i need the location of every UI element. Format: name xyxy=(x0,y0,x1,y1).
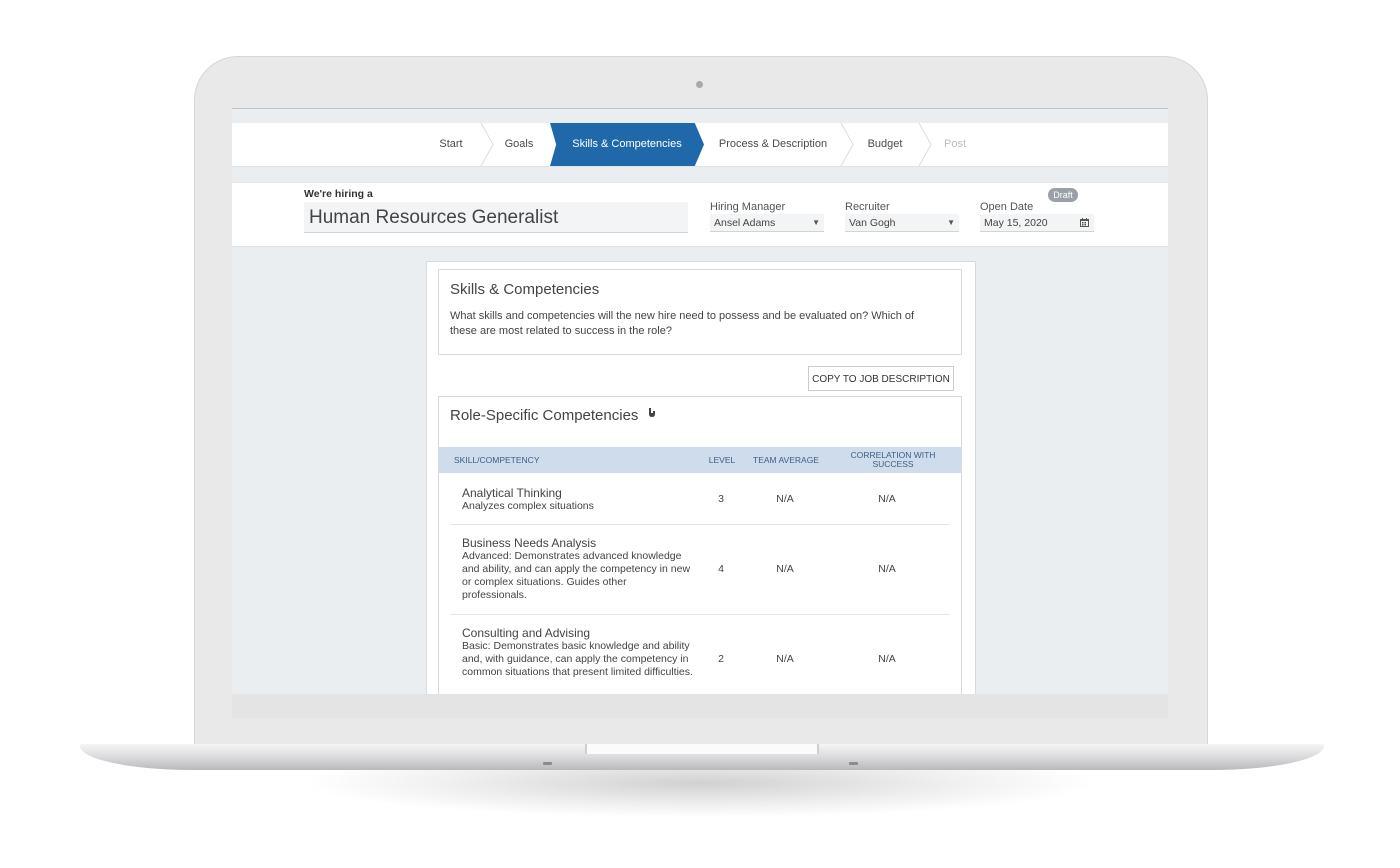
competency-correlation: N/A xyxy=(878,493,896,505)
calendar-icon[interactable] xyxy=(1080,218,1089,227)
laptop-foot xyxy=(849,762,858,765)
job-header: We're hiring a Human Resources Generalis… xyxy=(232,182,1168,247)
competency-team-average: N/A xyxy=(776,653,794,665)
chevron-down-icon: ▼ xyxy=(947,218,955,227)
recruiter-value: Van Gogh xyxy=(849,217,896,229)
competency-correlation: N/A xyxy=(878,653,896,665)
chevron-right-icon xyxy=(840,123,854,166)
competency-level: 4 xyxy=(718,563,724,575)
step-wizard: Start Goals Skills & Competencies Proces… xyxy=(232,123,1168,167)
app-screen: Start Goals Skills & Competencies Proces… xyxy=(232,108,1168,694)
table-header: SKILL/COMPETENCY LEVEL TEAM AVERAGE CORR… xyxy=(439,447,961,473)
job-title-input[interactable]: Human Resources Generalist xyxy=(304,202,688,233)
competency-name: Business Needs Analysis xyxy=(462,536,597,550)
competency-description: Analyzes complex situations xyxy=(462,500,594,512)
table-row[interactable]: Business Needs Analysis Advanced: Demons… xyxy=(450,524,950,615)
competency-team-average: N/A xyxy=(776,563,794,575)
hiring-manager-label: Hiring Manager xyxy=(710,201,786,213)
chevron-down-icon: ▼ xyxy=(812,218,820,227)
competency-description: Advanced: Demonstrates advanced knowledg… xyxy=(462,550,691,601)
competency-level: 2 xyxy=(718,653,724,665)
column-header-level: LEVEL xyxy=(708,454,736,465)
column-header-team-average: TEAM AVERAGE xyxy=(753,454,819,465)
column-header-correlation: CORRELATION WITH SUCCESS xyxy=(850,450,936,469)
recruiter-label: Recruiter xyxy=(845,201,890,213)
status-badge: Draft xyxy=(1048,188,1078,202)
competency-correlation: N/A xyxy=(878,563,896,575)
competency-name: Consulting and Advising xyxy=(462,626,591,640)
laptop-bezel xyxy=(232,694,1168,718)
open-date-label: Open Date xyxy=(980,201,1034,213)
chevron-right-icon xyxy=(480,123,494,166)
chevron-right-icon xyxy=(918,123,932,166)
step-skills-competencies[interactable]: Skills & Competencies xyxy=(550,123,704,166)
table-row[interactable]: Analytical Thinking Analyzes complex sit… xyxy=(450,473,950,525)
divider xyxy=(232,108,1168,109)
info-icon[interactable] xyxy=(647,407,656,418)
column-header-skill: SKILL/COMPETENCY xyxy=(454,454,540,465)
competency-description: Basic: Demonstrates basic knowledge and … xyxy=(462,640,693,678)
camera-icon xyxy=(696,81,703,88)
competency-team-average: N/A xyxy=(776,493,794,505)
intro-panel: Skills & Competencies What skills and co… xyxy=(438,269,962,355)
recruiter-select[interactable]: Van Gogh ▼ xyxy=(845,214,959,232)
table-row[interactable]: Consulting and Advising Basic: Demonstra… xyxy=(450,614,950,694)
step-post: Post xyxy=(943,138,966,150)
competencies-panel: Role-Specific Competencies SKILL/COMPETE… xyxy=(438,396,962,694)
skills-card: Skills & Competencies What skills and co… xyxy=(426,261,976,694)
hiring-label: We're hiring a xyxy=(304,188,373,200)
section-title: Skills & Competencies xyxy=(450,281,600,298)
competencies-title: Role-Specific Competencies xyxy=(450,407,639,424)
step-goals[interactable]: Goals xyxy=(496,123,542,166)
competency-level: 3 xyxy=(718,493,724,505)
step-process-description[interactable]: Process & Description xyxy=(712,123,834,166)
competency-name: Analytical Thinking xyxy=(462,486,562,500)
copy-to-job-description-button[interactable]: COPY TO JOB DESCRIPTION xyxy=(808,366,954,391)
step-start[interactable]: Start xyxy=(428,123,474,166)
laptop-notch xyxy=(585,744,819,754)
open-date-input[interactable]: May 15, 2020 xyxy=(980,214,1094,232)
hiring-manager-select[interactable]: Ansel Adams ▼ xyxy=(710,214,824,232)
section-description: What skills and competencies will the ne… xyxy=(450,310,915,337)
open-date-value: May 15, 2020 xyxy=(984,217,1048,229)
laptop-foot xyxy=(543,762,552,765)
hiring-manager-value: Ansel Adams xyxy=(714,217,776,229)
step-budget[interactable]: Budget xyxy=(858,123,912,166)
